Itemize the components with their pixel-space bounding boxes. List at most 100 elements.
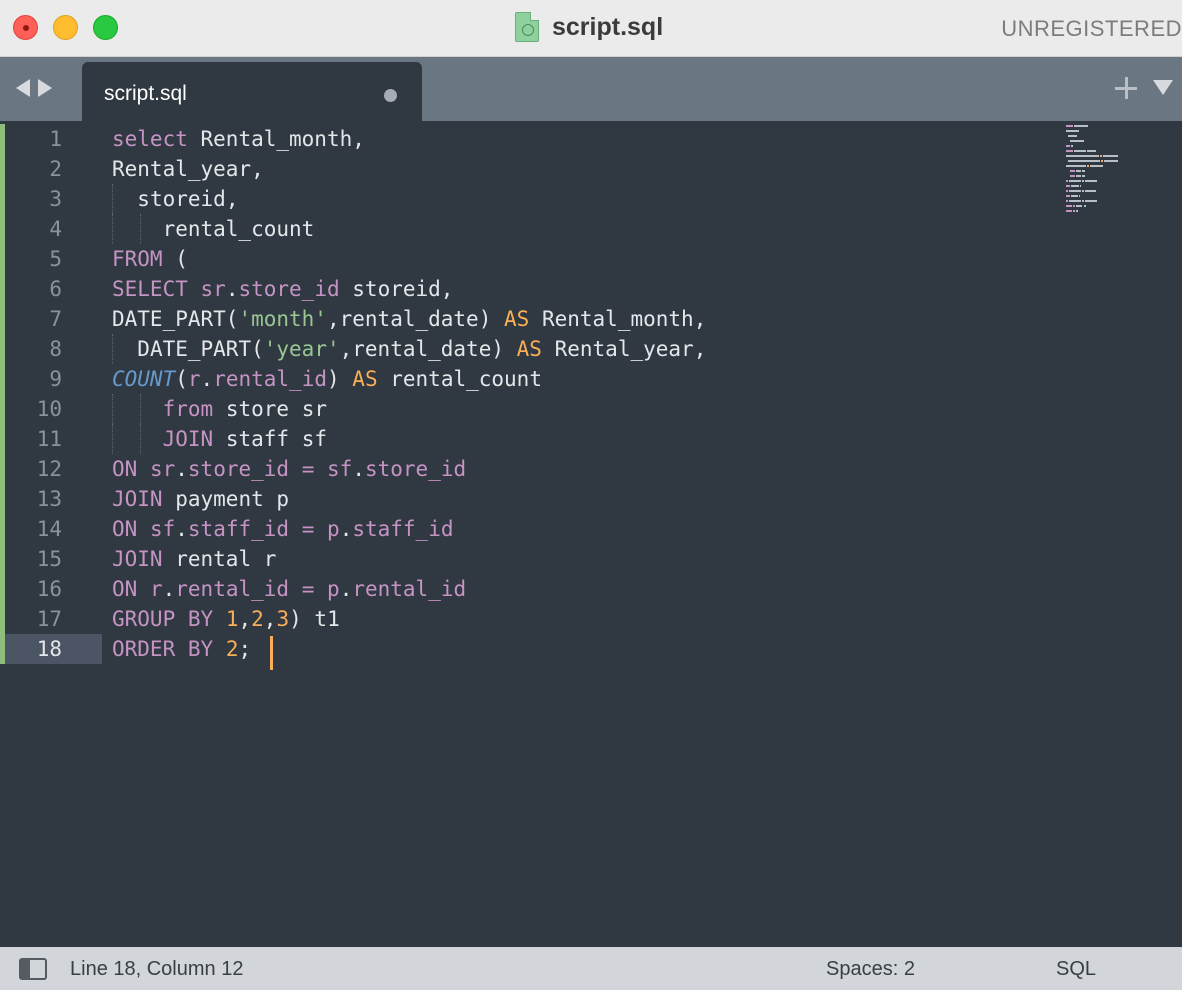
unregistered-label: UNREGISTERED — [1001, 16, 1182, 41]
minimap-line — [1066, 184, 1166, 188]
minimap-line — [1066, 189, 1166, 193]
minimize-window-button[interactable] — [53, 15, 78, 40]
minimap[interactable] — [1066, 124, 1166, 214]
line-number: 17 — [36, 607, 62, 631]
line-number: 3 — [49, 187, 62, 211]
minimap-line — [1066, 199, 1166, 203]
sql-file-icon — [515, 12, 539, 42]
tab-bar: script.sql — [0, 57, 1182, 121]
chevron-down-icon[interactable] — [1153, 80, 1173, 95]
code-text: rental_count — [162, 217, 315, 241]
indent-guide — [140, 394, 142, 424]
code-text: JOIN rental r — [112, 547, 277, 571]
close-window-button[interactable] — [13, 15, 38, 40]
code-text: DATE_PART('month',rental_date) AS Rental… — [112, 307, 707, 331]
minimap-line — [1066, 139, 1166, 143]
minimap-line — [1066, 134, 1166, 138]
line-number: 14 — [36, 517, 62, 541]
code-line[interactable]: DATE_PART('month',rental_date) AS Rental… — [112, 304, 706, 334]
line-number: 7 — [49, 307, 62, 331]
minimap-line — [1066, 164, 1166, 168]
code-text: DATE_PART('year',rental_date) AS Rental_… — [137, 337, 707, 361]
arrow-right-icon[interactable] — [38, 79, 52, 97]
indent-guide — [140, 214, 142, 244]
code-editor[interactable]: 1 2 3 4 5 6 7 8 9 10 11 12 13 14 15 16 17 18 select Renta… — [0, 121, 1182, 947]
maximize-window-button[interactable] — [93, 15, 118, 40]
minimap-line — [1066, 159, 1166, 163]
code-text: SELECT sr.store_id storeid, — [112, 277, 454, 301]
tab-label: script.sql — [104, 82, 187, 105]
minimap-line — [1066, 129, 1166, 133]
line-number-gutter: 1 2 3 4 5 6 7 8 9 10 11 12 13 14 15 16 17 18 — [0, 124, 102, 664]
minimap-line — [1066, 124, 1166, 128]
cursor-position[interactable]: Line 18, Column 12 — [70, 958, 243, 981]
indent-guide — [112, 394, 113, 424]
code-line[interactable]: ORDER BY 2; — [112, 634, 706, 670]
line-number: 10 — [36, 397, 62, 421]
tab-navigation — [16, 79, 52, 97]
line-number: 11 — [36, 427, 62, 451]
minimap-line — [1066, 149, 1166, 153]
window-title-text: script.sql — [552, 12, 664, 41]
code-text: ORDER BY 2; — [112, 637, 252, 661]
code-line[interactable]: DATE_PART('year',rental_date) AS Rental_… — [112, 334, 706, 364]
line-number: 12 — [36, 457, 62, 481]
code-line[interactable]: ON r.rental_id = p.rental_id — [112, 574, 706, 604]
code-line[interactable]: from store sr — [112, 394, 706, 424]
line-number: 6 — [49, 277, 62, 301]
line-number: 8 — [49, 337, 62, 361]
indent-guide — [112, 184, 113, 214]
line-number: 9 — [49, 367, 62, 391]
code-line[interactable]: rental_count — [112, 214, 706, 244]
code-text: GROUP BY 1,2,3) t1 — [112, 607, 340, 631]
plus-icon[interactable] — [1115, 77, 1137, 99]
code-text: FROM ( — [112, 247, 188, 271]
code-line[interactable]: select Rental_month, — [112, 124, 706, 154]
line-number: 2 — [49, 157, 62, 181]
code-line[interactable]: ON sr.store_id = sf.store_id — [112, 454, 706, 484]
code-text: ON r.rental_id = p.rental_id — [112, 577, 467, 601]
code-line[interactable]: SELECT sr.store_id storeid, — [112, 274, 706, 304]
code-line[interactable]: JOIN payment p — [112, 484, 706, 514]
code-area[interactable]: select Rental_month, Rental_year, storeid… — [112, 124, 706, 670]
indent-guide — [140, 424, 142, 454]
line-number: 15 — [36, 547, 62, 571]
code-text: JOIN staff sf — [162, 427, 327, 451]
code-line[interactable]: COUNT(r.rental_id) AS rental_count — [112, 364, 706, 394]
syntax-mode[interactable]: SQL — [1056, 958, 1096, 981]
tab-script-sql[interactable]: script.sql — [82, 62, 422, 121]
minimap-line — [1066, 179, 1166, 183]
code-line[interactable]: GROUP BY 1,2,3) t1 — [112, 604, 706, 634]
title-bar: script.sql UNREGISTERED — [0, 0, 1182, 57]
code-line[interactable]: FROM ( — [112, 244, 706, 274]
sidebar-toggle-icon[interactable] — [19, 958, 47, 980]
minimap-line — [1066, 154, 1166, 158]
code-text: select Rental_month, — [112, 127, 365, 151]
arrow-left-icon[interactable] — [16, 79, 30, 97]
minimap-line — [1066, 174, 1166, 178]
line-number: 13 — [36, 487, 62, 511]
minimap-line — [1066, 204, 1166, 208]
minimap-line — [1066, 169, 1166, 173]
code-text: from store sr — [162, 397, 327, 421]
indent-guide — [112, 334, 113, 364]
code-line[interactable]: JOIN rental r — [112, 544, 706, 574]
minimap-line — [1066, 194, 1166, 198]
indent-guide — [112, 214, 113, 244]
minimap-line — [1066, 209, 1166, 213]
line-number: 18 — [36, 637, 62, 661]
code-line[interactable]: Rental_year, — [112, 154, 706, 184]
window-title: script.sql — [515, 11, 663, 43]
minimap-line — [1066, 144, 1166, 148]
code-line[interactable]: storeid, — [112, 184, 706, 214]
status-bar: Line 18, Column 12 Spaces: 2 SQL — [0, 947, 1182, 990]
unsaved-dot-icon[interactable] — [384, 89, 397, 102]
code-line[interactable]: ON sf.staff_id = p.staff_id — [112, 514, 706, 544]
text-cursor — [269, 636, 273, 670]
code-line[interactable]: JOIN staff sf — [112, 424, 706, 454]
code-text: COUNT(r.rental_id) AS rental_count — [112, 367, 542, 391]
code-text: ON sr.store_id = sf.store_id — [112, 457, 467, 481]
code-text: JOIN payment p — [112, 487, 290, 511]
indentation-setting[interactable]: Spaces: 2 — [826, 958, 915, 981]
code-text: storeid, — [137, 187, 239, 211]
